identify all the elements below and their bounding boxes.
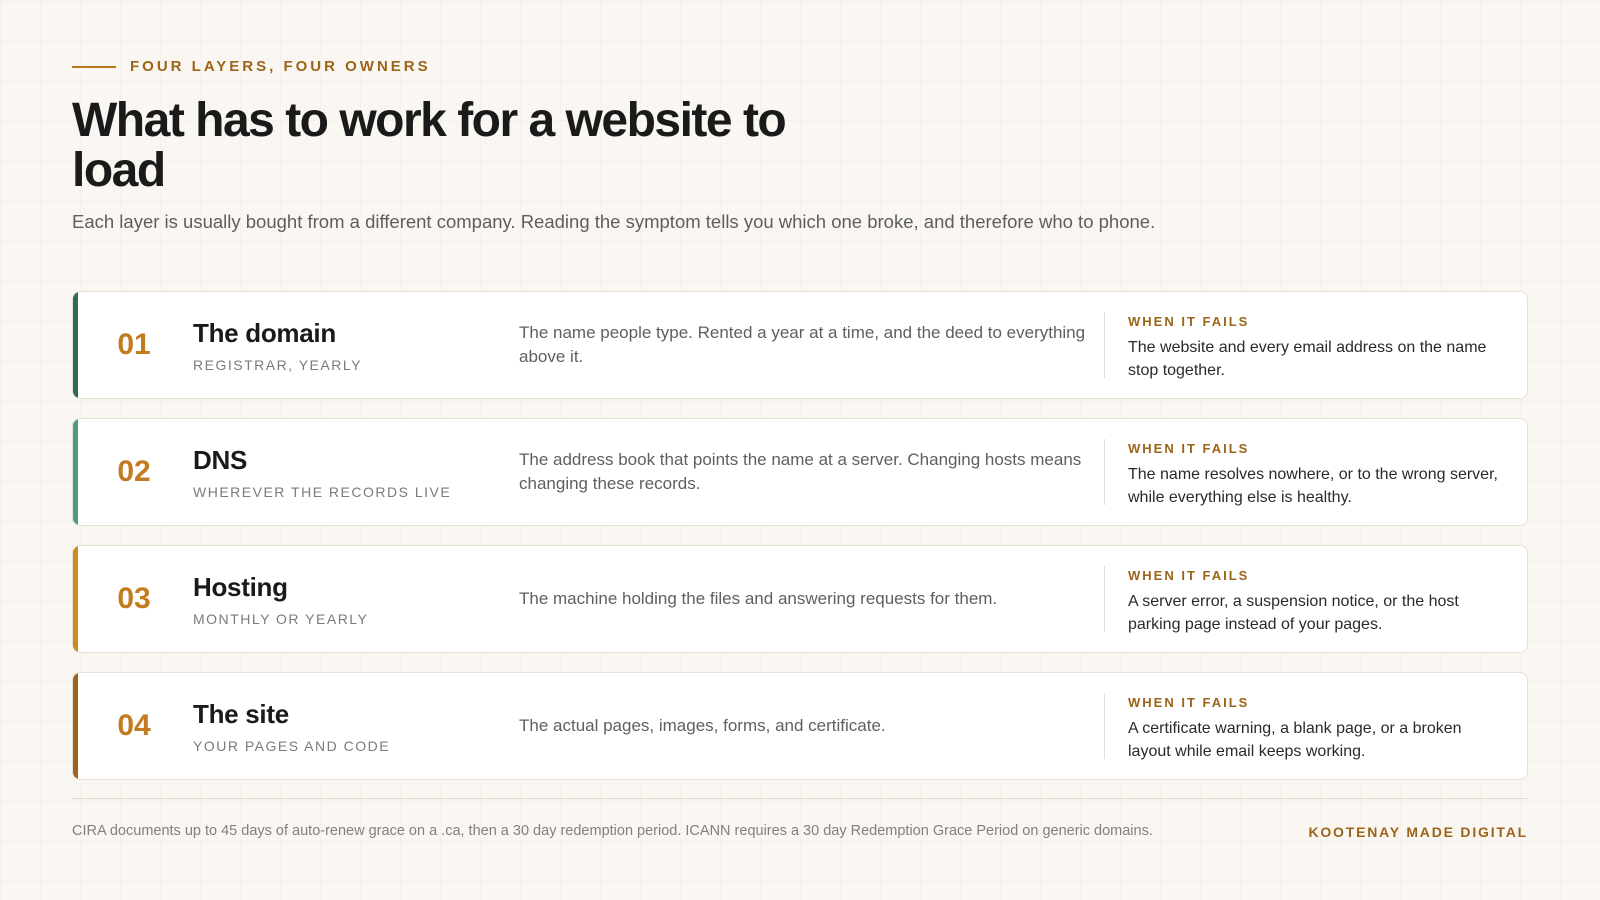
- fail-text: A certificate warning, a blank page, or …: [1128, 720, 1462, 760]
- fail-label: WHEN IT FAILS: [1128, 695, 1250, 710]
- fail-label: WHEN IT FAILS: [1128, 314, 1250, 329]
- layer-number: 03: [117, 582, 151, 615]
- layer-description: The machine holding the files and answer…: [519, 589, 998, 608]
- footer-note: CIRA documents up to 45 days of auto-ren…: [72, 823, 1153, 839]
- layer-accent-bar: [73, 546, 78, 652]
- layer-number: 04: [117, 709, 151, 742]
- layer-divider: [1104, 439, 1105, 505]
- layer-number: 02: [117, 455, 151, 488]
- footer-divider: [72, 798, 1528, 799]
- layer-number: 01: [117, 328, 151, 361]
- layer-name: Hosting: [193, 572, 288, 602]
- footer-brand: KOOTENAY MADE DIGITAL: [1308, 824, 1528, 840]
- layer-meta: WHEREVER THE RECORDS LIVE: [193, 484, 452, 500]
- fail-text: The name resolves nowhere, or to the wro…: [1128, 466, 1498, 506]
- layer-divider: [1104, 693, 1105, 759]
- layer-accent-bar: [73, 673, 78, 779]
- layer-accent-bar: [73, 292, 78, 398]
- layer-card-domain: 01 The domain REGISTRAR, YEARLY The name…: [72, 291, 1528, 399]
- layer-description: The actual pages, images, forms, and cer…: [519, 716, 886, 735]
- layer-card-site: 04 The site YOUR PAGES AND CODE The actu…: [72, 672, 1528, 780]
- layer-divider: [1104, 566, 1105, 632]
- eyebrow: FOUR LAYERS, FOUR OWNERS: [72, 58, 431, 75]
- eyebrow-text: FOUR LAYERS, FOUR OWNERS: [130, 58, 431, 75]
- layer-divider: [1104, 312, 1105, 378]
- layer-name: DNS: [193, 445, 247, 475]
- slide: FOUR LAYERS, FOUR OWNERS What has to wor…: [72, 0, 1528, 900]
- layer-name: The domain: [193, 318, 336, 348]
- fail-text: The website and every email address on t…: [1128, 339, 1487, 379]
- page-subtitle: Each layer is usually bought from a diff…: [72, 211, 1156, 232]
- layer-description: The address book that points the name at…: [519, 450, 1082, 493]
- layer-meta: REGISTRAR, YEARLY: [193, 357, 362, 373]
- layer-meta: MONTHLY OR YEARLY: [193, 611, 369, 627]
- layer-description: The name people type. Rented a year at a…: [519, 323, 1086, 366]
- fail-text: A server error, a suspension notice, or …: [1128, 593, 1459, 633]
- layer-accent-bar: [73, 419, 78, 525]
- fail-label: WHEN IT FAILS: [1128, 568, 1250, 583]
- layer-list: 01 The domain REGISTRAR, YEARLY The name…: [72, 291, 1528, 799]
- eyebrow-rule: [72, 65, 116, 68]
- fail-label: WHEN IT FAILS: [1128, 441, 1250, 456]
- page-title: What has to work for a website to load: [72, 94, 787, 197]
- layer-name: The site: [193, 699, 289, 729]
- layer-card-hosting: 03 Hosting MONTHLY OR YEARLY The machine…: [72, 545, 1528, 653]
- layer-meta: YOUR PAGES AND CODE: [193, 738, 391, 754]
- layer-card-dns: 02 DNS WHEREVER THE RECORDS LIVE The add…: [72, 418, 1528, 526]
